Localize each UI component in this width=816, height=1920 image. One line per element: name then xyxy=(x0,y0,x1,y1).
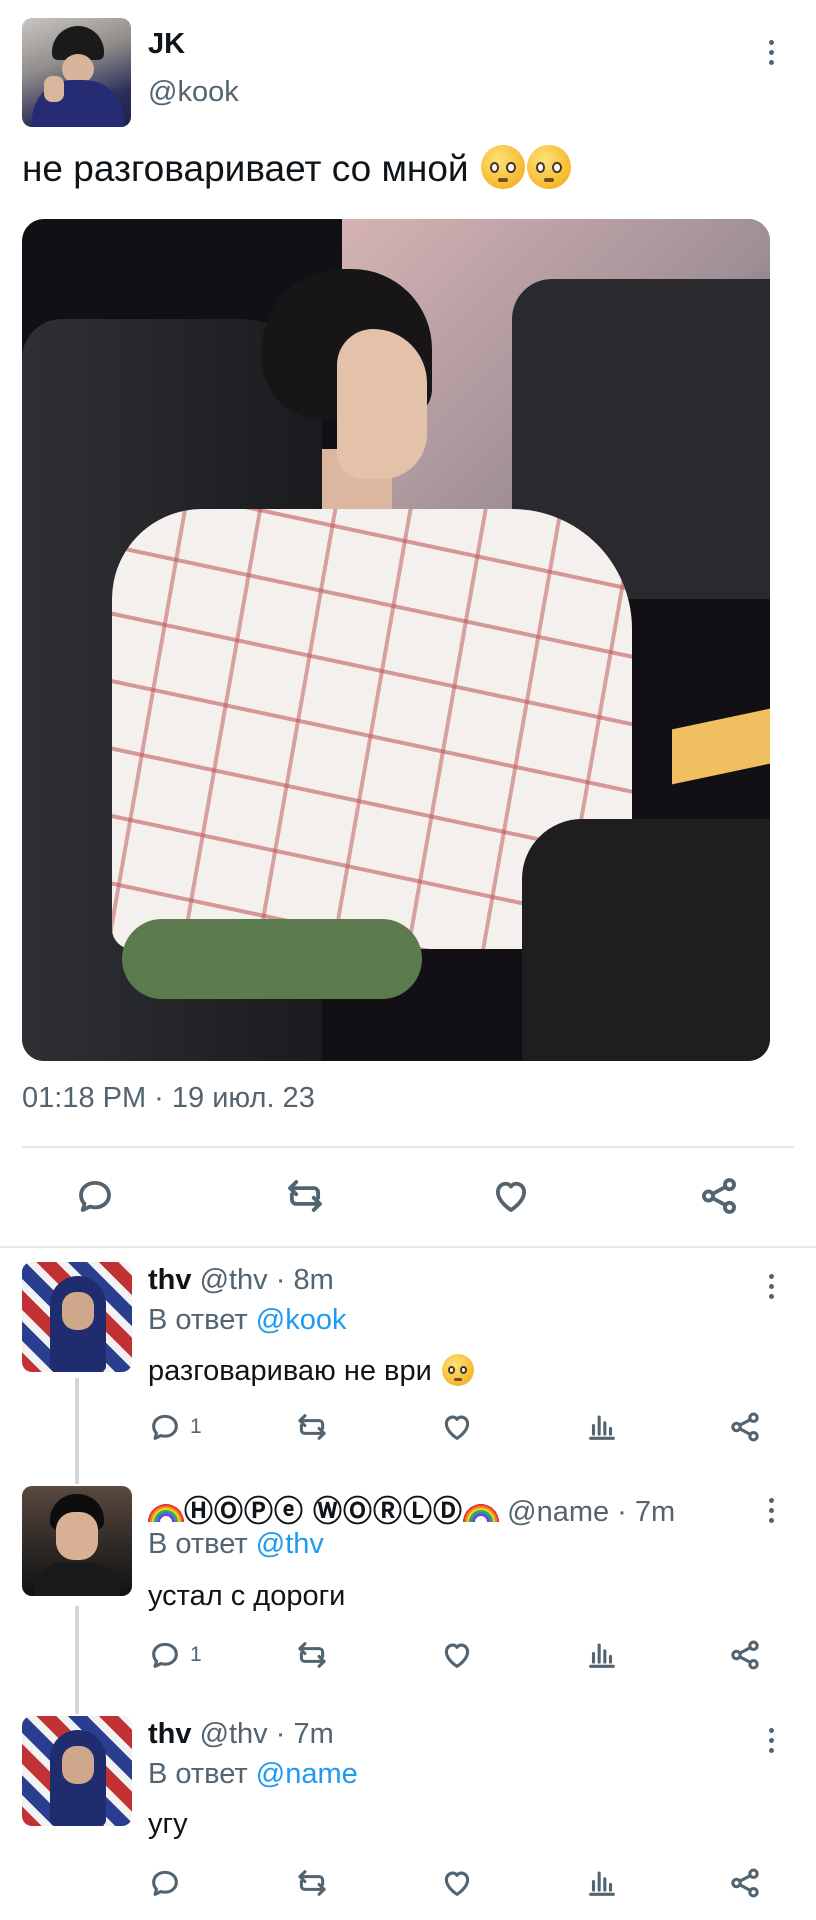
share-icon xyxy=(731,1640,759,1670)
retweet-icon xyxy=(298,1414,326,1440)
reply-button[interactable]: 1 xyxy=(148,1410,202,1444)
reply-count: 1 xyxy=(190,1415,202,1438)
share-button[interactable] xyxy=(728,1410,762,1444)
retweet-button[interactable] xyxy=(294,1638,330,1672)
reply-button[interactable] xyxy=(148,1866,182,1900)
avatar[interactable] xyxy=(22,1262,132,1372)
reply-count: 1 xyxy=(190,1643,202,1666)
tweet-text: не разговаривает со мной xyxy=(22,145,571,190)
divider xyxy=(22,1146,794,1148)
heart-icon xyxy=(444,1643,470,1668)
heart-icon xyxy=(444,1415,470,1440)
share-icon xyxy=(731,1868,759,1898)
reply-icon xyxy=(152,1414,178,1440)
tweet-photo[interactable] xyxy=(22,219,770,1061)
retweet-icon xyxy=(298,1870,326,1896)
thread-line xyxy=(75,1606,79,1714)
like-button[interactable] xyxy=(440,1866,474,1900)
reply-author-name[interactable]: thv xyxy=(148,1264,192,1296)
reply-icon xyxy=(79,1180,111,1212)
share-button[interactable] xyxy=(698,1175,740,1217)
pleading-face-emoji-icon xyxy=(480,145,525,189)
avatar[interactable] xyxy=(22,1716,132,1826)
reply-header: thv @thv · 8m xyxy=(148,1264,334,1297)
analytics-icon xyxy=(589,1415,615,1440)
retweet-icon xyxy=(288,1180,322,1212)
reply-author-name[interactable]: ⒽⓄⓅⓔ ⓌⓄⓇⓁⒹ xyxy=(184,1496,463,1528)
tweet-timestamp[interactable]: 01:18 PM · 19 июл. 23 xyxy=(22,1082,315,1115)
share-button[interactable] xyxy=(728,1638,762,1672)
reply-to-mention[interactable]: @name xyxy=(256,1758,358,1790)
heart-icon xyxy=(495,1181,527,1212)
reply-icon xyxy=(152,1870,178,1896)
reply-to-prefix: В ответ xyxy=(148,1304,248,1336)
more-options-icon[interactable] xyxy=(756,32,786,72)
like-button[interactable] xyxy=(490,1175,532,1217)
reply-to-prefix: В ответ xyxy=(148,1528,248,1560)
reply-button[interactable]: 1 xyxy=(148,1638,202,1672)
more-options-icon[interactable] xyxy=(756,1266,786,1306)
heart-icon xyxy=(444,1871,470,1896)
reply-to-mention[interactable]: @kook xyxy=(256,1304,347,1336)
author-handle[interactable]: @kook xyxy=(148,76,239,109)
reply-to-prefix: В ответ xyxy=(148,1758,248,1790)
share-icon xyxy=(731,1412,759,1442)
retweet-icon xyxy=(298,1642,326,1668)
reply-button[interactable] xyxy=(74,1175,116,1217)
analytics-icon xyxy=(589,1871,615,1896)
more-options-icon[interactable] xyxy=(756,1490,786,1530)
retweet-button[interactable] xyxy=(282,1175,328,1217)
divider xyxy=(0,1246,816,1248)
reply-header: ⒽⓄⓅⓔ ⓌⓄⓇⓁⒹ @name · 7m xyxy=(148,1488,675,1530)
reply-to-mention[interactable]: @thv xyxy=(256,1528,324,1560)
reply-to-line: В ответ @kook xyxy=(148,1304,346,1337)
reply-text: разговариваю не ври xyxy=(148,1354,474,1388)
reply-text: устал с дороги xyxy=(148,1580,346,1612)
like-button[interactable] xyxy=(440,1410,474,1444)
analytics-button[interactable] xyxy=(585,1638,619,1672)
analytics-button[interactable] xyxy=(585,1866,619,1900)
reply-header: thv @thv · 7m xyxy=(148,1718,334,1751)
reply-to-line: В ответ @thv xyxy=(148,1528,324,1561)
share-button[interactable] xyxy=(728,1866,762,1900)
rainbow-emoji-icon xyxy=(463,1500,500,1522)
analytics-button[interactable] xyxy=(585,1410,619,1444)
retweet-button[interactable] xyxy=(294,1866,330,1900)
rainbow-emoji-icon xyxy=(148,1500,184,1522)
retweet-button[interactable] xyxy=(294,1410,330,1444)
more-options-icon[interactable] xyxy=(756,1720,786,1760)
like-button[interactable] xyxy=(440,1638,474,1672)
holding-back-tears-emoji-icon xyxy=(526,145,571,189)
avatar[interactable] xyxy=(22,1486,132,1596)
tweet-text-content: не разговаривает со мной xyxy=(22,148,469,189)
raised-eyebrow-face-emoji-icon xyxy=(441,1354,474,1386)
avatar[interactable] xyxy=(22,18,131,127)
author-name[interactable]: JK xyxy=(148,28,185,61)
reply-text-content: разговариваю не ври xyxy=(148,1355,432,1387)
share-icon xyxy=(702,1178,736,1214)
reply-author-name[interactable]: thv xyxy=(148,1718,192,1750)
thread-line xyxy=(75,1378,79,1484)
reply-meta: @name · 7m xyxy=(507,1496,676,1528)
reply-icon xyxy=(152,1642,178,1668)
reply-to-line: В ответ @name xyxy=(148,1758,358,1791)
reply-meta: @thv · 8m xyxy=(199,1264,334,1296)
reply-meta: @thv · 7m xyxy=(199,1718,334,1750)
analytics-icon xyxy=(589,1643,615,1668)
reply-text: угу xyxy=(148,1808,188,1840)
